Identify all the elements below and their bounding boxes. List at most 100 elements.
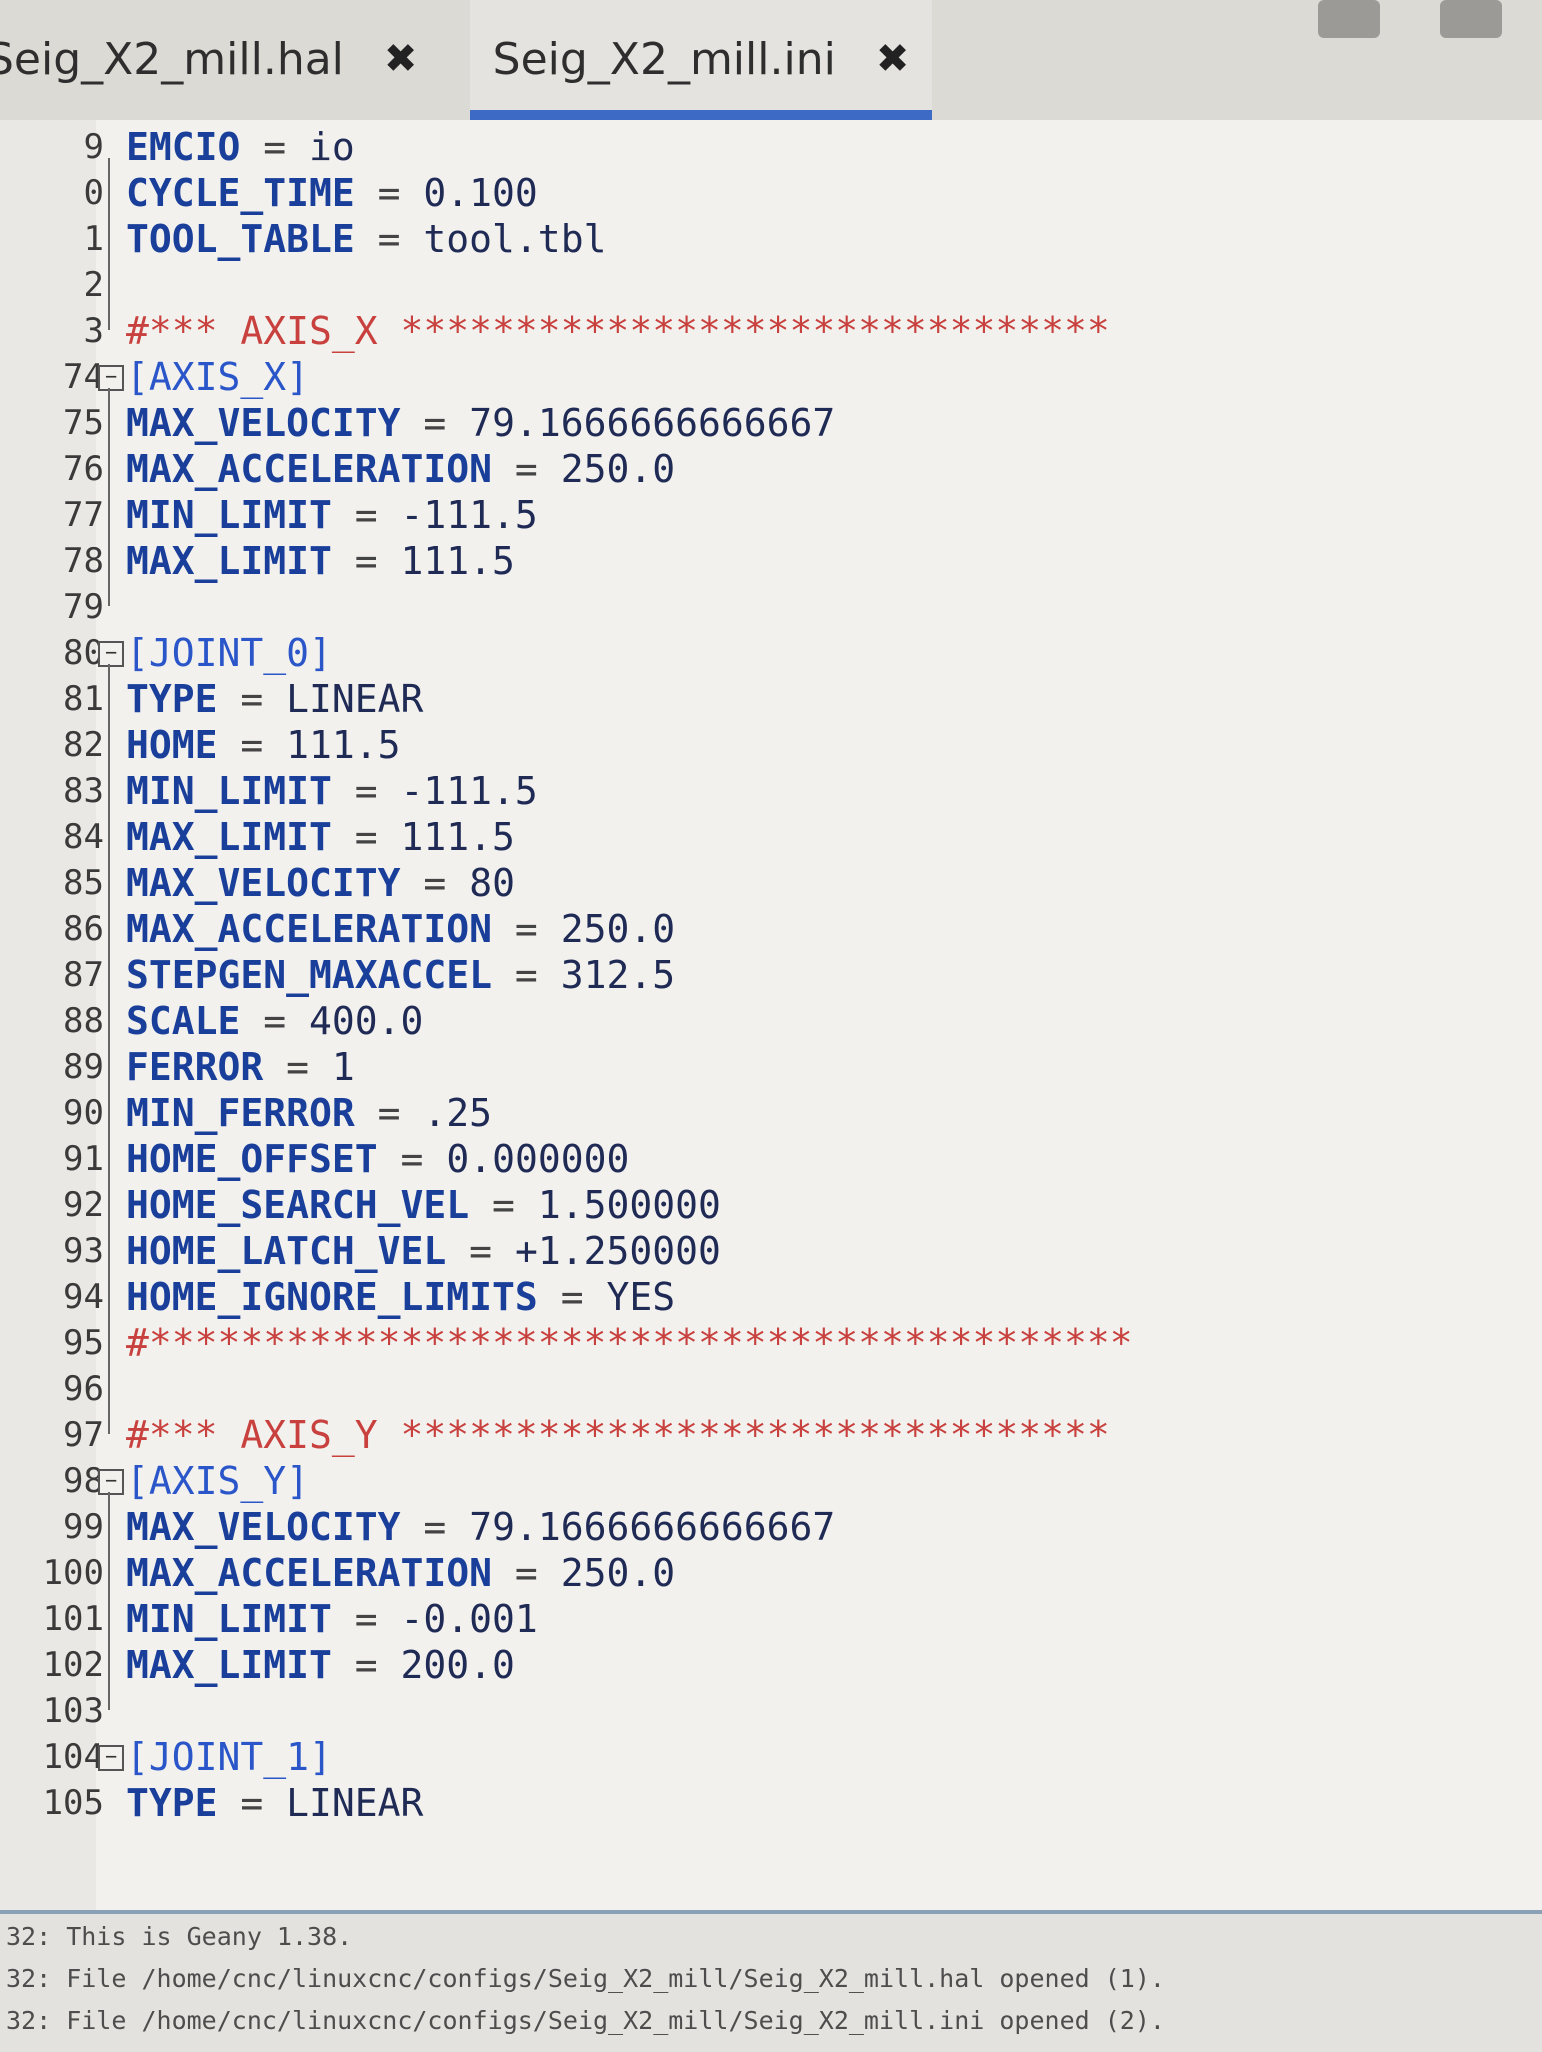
code-line[interactable]: 95 #*************************************…: [0, 1320, 1542, 1366]
line-number: 80: [63, 633, 104, 673]
fold-toggle-icon[interactable]: −: [98, 365, 124, 391]
ini-value: 79.1666666666667: [469, 1505, 836, 1549]
line-number: 77: [63, 495, 104, 535]
close-icon[interactable]: ✖: [384, 36, 418, 82]
ini-value: 1: [331, 1045, 355, 1089]
ini-value: -111.5: [400, 769, 538, 813]
toolbar-icon[interactable]: [1440, 0, 1502, 38]
code-line[interactable]: 104− [JOINT_1]: [0, 1734, 1542, 1780]
code-line[interactable]: 80− [JOINT_0]: [0, 630, 1542, 676]
ini-key: MAX_LIMIT: [126, 815, 332, 859]
code-line[interactable]: 85 MAX_VELOCITY = 80: [0, 860, 1542, 906]
ini-key: TYPE: [126, 1781, 218, 1825]
code-line[interactable]: 97 #*** AXIS_Y **************************…: [0, 1412, 1542, 1458]
code-text: STEPGEN_MAXACCEL = 312.5: [126, 952, 675, 998]
code-line[interactable]: 89 FERROR = 1: [0, 1044, 1542, 1090]
code-text: TYPE = LINEAR: [126, 1780, 423, 1826]
code-line[interactable]: 87 STEPGEN_MAXACCEL = 312.5: [0, 952, 1542, 998]
code-line[interactable]: 9 EMCIO = io: [0, 124, 1542, 170]
line-number: 74: [63, 357, 104, 397]
ini-comment: #*** AXIS_X ****************************…: [126, 309, 1110, 353]
ini-value: -0.001: [400, 1597, 538, 1641]
code-line[interactable]: 92 HOME_SEARCH_VEL = 1.500000: [0, 1182, 1542, 1228]
line-number: 92: [63, 1185, 104, 1225]
code-line[interactable]: 88 SCALE = 400.0: [0, 998, 1542, 1044]
code-line[interactable]: 74− [AXIS_X]: [0, 354, 1542, 400]
code-line[interactable]: 82 HOME = 111.5: [0, 722, 1542, 768]
ini-value: .25: [423, 1091, 493, 1135]
code-line[interactable]: 99 MAX_VELOCITY = 79.1666666666667: [0, 1504, 1542, 1550]
fold-toggle-icon[interactable]: −: [98, 641, 124, 667]
code-line[interactable]: 84 MAX_LIMIT = 111.5: [0, 814, 1542, 860]
code-text: MIN_LIMIT = -111.5: [126, 768, 538, 814]
ini-section-header: [JOINT_1]: [126, 1735, 332, 1779]
fold-guide: [108, 388, 110, 606]
line-number: 83: [63, 771, 104, 811]
ini-comment: #*** AXIS_Y ****************************…: [126, 1413, 1110, 1457]
code-line[interactable]: 79: [0, 584, 1542, 630]
fold-toggle-icon[interactable]: −: [98, 1745, 124, 1771]
code-line[interactable]: 81 TYPE = LINEAR: [0, 676, 1542, 722]
code-line[interactable]: 76 MAX_ACCELERATION = 250.0: [0, 446, 1542, 492]
code-text: MAX_ACCELERATION = 250.0: [126, 1550, 675, 1596]
code-text: [JOINT_1]: [126, 1734, 332, 1780]
ini-key: MAX_ACCELERATION: [126, 907, 493, 951]
line-number: 3: [83, 311, 104, 351]
code-text: MIN_LIMIT = -0.001: [126, 1596, 538, 1642]
code-line[interactable]: 3 #*** AXIS_X ***************************…: [0, 308, 1542, 354]
code-line[interactable]: 86 MAX_ACCELERATION = 250.0: [0, 906, 1542, 952]
code-text: MAX_VELOCITY = 79.1666666666667: [126, 1504, 835, 1550]
equals-sign: =: [263, 1045, 332, 1089]
code-line[interactable]: 94 HOME_IGNORE_LIMITS = YES: [0, 1274, 1542, 1320]
code-line[interactable]: 105 TYPE = LINEAR: [0, 1780, 1542, 1826]
tab-seig-x2-mill-hal[interactable]: Seig_X2_mill.hal ✖: [0, 0, 446, 118]
code-line[interactable]: 75 MAX_VELOCITY = 79.1666666666667: [0, 400, 1542, 446]
code-line[interactable]: 101 MIN_LIMIT = -0.001: [0, 1596, 1542, 1642]
code-line[interactable]: 78 MAX_LIMIT = 111.5: [0, 538, 1542, 584]
code-line[interactable]: 77 MIN_LIMIT = -111.5: [0, 492, 1542, 538]
message-line: 32: File /home/cnc/linuxcnc/configs/Seig…: [6, 2006, 1165, 2035]
code-editor[interactable]: 9 EMCIO = io 0 CYCLE_TIME = 0.100 1 TOOL_TABL…: [0, 120, 1542, 1910]
ini-value: 111.5: [286, 723, 401, 767]
tab-seig-x2-mill-ini[interactable]: Seig_X2_mill.ini ✖: [470, 0, 932, 122]
code-line[interactable]: 100 MAX_ACCELERATION = 250.0: [0, 1550, 1542, 1596]
line-number: 90: [63, 1093, 104, 1133]
ini-key: HOME_OFFSET: [126, 1137, 378, 1181]
ini-value: 250.0: [560, 447, 676, 491]
code-line[interactable]: 98− [AXIS_Y]: [0, 1458, 1542, 1504]
line-number: 2: [83, 265, 104, 305]
code-text: #*** AXIS_Y ****************************…: [126, 1412, 1110, 1458]
ini-key: MIN_FERROR: [126, 1091, 355, 1135]
ini-value: 200.0: [400, 1643, 515, 1687]
code-text: #*** AXIS_X ****************************…: [126, 308, 1110, 354]
code-line[interactable]: 2: [0, 262, 1542, 308]
code-line[interactable]: 1 TOOL_TABLE = tool.tbl: [0, 216, 1542, 262]
ini-key: HOME: [126, 723, 218, 767]
ini-key: FERROR: [126, 1045, 264, 1089]
ini-value: 312.5: [560, 953, 676, 997]
toolbar: [1318, 0, 1502, 38]
equals-sign: =: [331, 493, 401, 537]
code-text: HOME = 111.5: [126, 722, 401, 768]
code-line[interactable]: 96: [0, 1366, 1542, 1412]
code-line[interactable]: 90 MIN_FERROR = .25: [0, 1090, 1542, 1136]
close-icon[interactable]: ✖: [876, 36, 910, 82]
code-line[interactable]: 93 HOME_LATCH_VEL = +1.250000: [0, 1228, 1542, 1274]
equals-sign: =: [331, 1643, 401, 1687]
line-number: 75: [63, 403, 104, 443]
ini-value: 400.0: [309, 999, 424, 1043]
toolbar-icon[interactable]: [1318, 0, 1380, 38]
fold-toggle-icon[interactable]: −: [98, 1469, 124, 1495]
code-line[interactable]: 0 CYCLE_TIME = 0.100: [0, 170, 1542, 216]
tab-bar: Seig_X2_mill.hal ✖ Seig_X2_mill.ini ✖: [0, 0, 1542, 122]
code-line[interactable]: 102 MAX_LIMIT = 200.0: [0, 1642, 1542, 1688]
code-line[interactable]: 103: [0, 1688, 1542, 1734]
fold-guide: [108, 1492, 110, 1710]
code-line[interactable]: 91 HOME_OFFSET = 0.000000: [0, 1136, 1542, 1182]
fold-guide: [108, 664, 110, 1434]
line-number: 82: [63, 725, 104, 765]
code-line[interactable]: 83 MIN_LIMIT = -111.5: [0, 768, 1542, 814]
ini-key: TYPE: [126, 677, 218, 721]
ini-value: -111.5: [400, 493, 538, 537]
ini-value: tool.tbl: [423, 217, 607, 261]
